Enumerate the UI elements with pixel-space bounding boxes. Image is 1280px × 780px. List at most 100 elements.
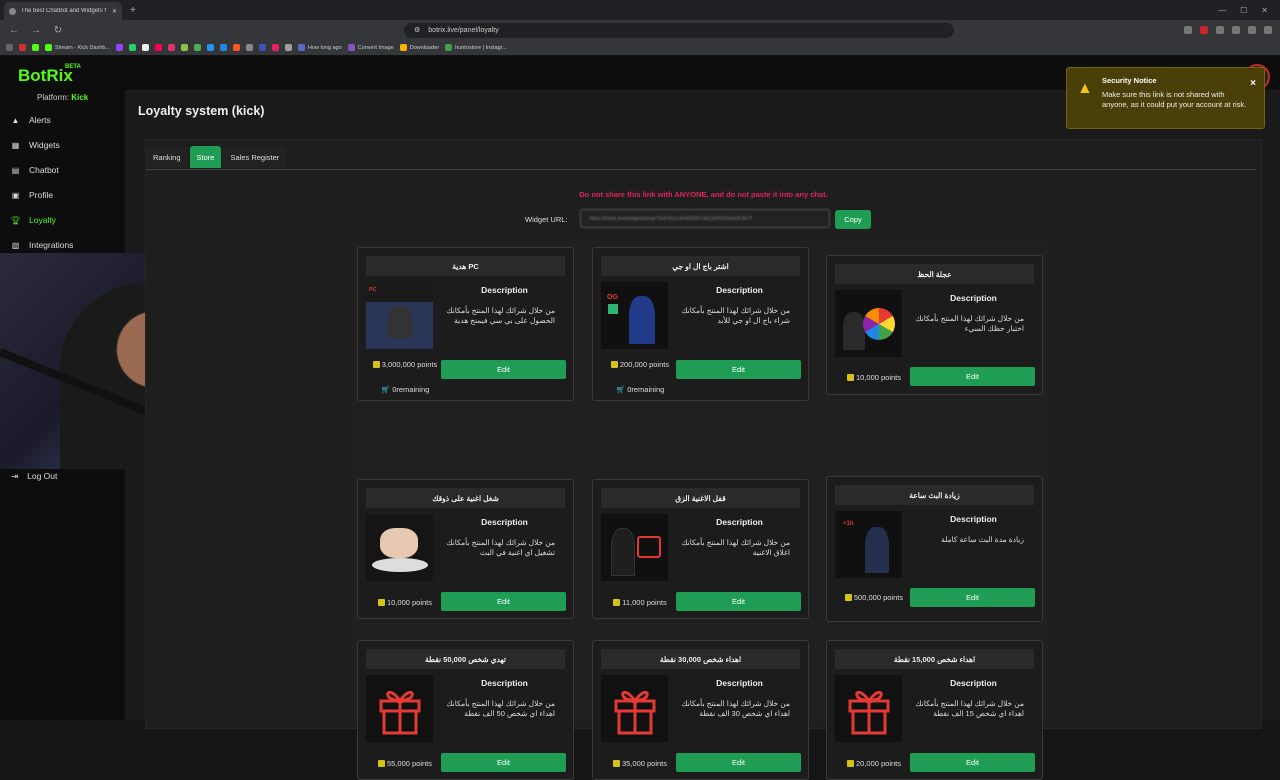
- item-points: 200,000 points: [601, 360, 679, 369]
- item-description: من خلال شرائك لهذا المنتج بأمكانك اختبار…: [915, 314, 1024, 334]
- coin-icon: [844, 594, 852, 601]
- item-points: 3,000,000 points: [366, 360, 444, 369]
- extension-icon[interactable]: [1264, 26, 1272, 34]
- browser-tab-title: The best ChatBot and Widgets f: [21, 8, 107, 14]
- tab-sales-register[interactable]: Sales Register: [223, 146, 287, 168]
- bookmark-how-long-ago[interactable]: How long ago: [298, 44, 342, 51]
- item-description: من خلال شرائك لهذا المنتج بأمكانك تشغيل …: [446, 538, 555, 558]
- bookmark-icon[interactable]: [259, 44, 267, 51]
- bookmark-icon[interactable]: [181, 44, 189, 51]
- window-controls: — ☐ ✕: [1218, 6, 1280, 15]
- bookmark-icon[interactable]: [285, 44, 293, 51]
- bookmark-instagram[interactable]: huntostore | Instagr...: [445, 44, 507, 51]
- coin-icon: [612, 760, 620, 767]
- browser-tab[interactable]: The best ChatBot and Widgets f ✕: [4, 2, 122, 20]
- bookmark-icon[interactable]: [272, 44, 280, 51]
- edit-button[interactable]: Edit: [441, 360, 566, 379]
- extension-icon[interactable]: [1216, 26, 1224, 34]
- sidebar-item-label: Alerts: [29, 115, 51, 125]
- logout-label: Log Out: [27, 471, 58, 481]
- item-points: 35,000 points: [601, 759, 679, 768]
- item-remaining: 🛒︎ 0remaining: [615, 385, 665, 394]
- bookmark-icon[interactable]: [246, 44, 254, 51]
- close-icon[interactable]: ×: [1250, 78, 1256, 89]
- bookmark-icon[interactable]: [207, 44, 215, 51]
- figure-graphic: [865, 527, 889, 573]
- bookmark-icon[interactable]: [220, 44, 228, 51]
- new-tab-button[interactable]: +: [130, 5, 136, 16]
- bookmark-icon[interactable]: [116, 44, 124, 51]
- edit-button[interactable]: Edit: [910, 588, 1035, 607]
- extension-icon[interactable]: [1232, 26, 1240, 34]
- bookmark-kick[interactable]: Stream - Kick Dashb...: [45, 44, 110, 51]
- coin-icon: [377, 760, 385, 767]
- back-icon[interactable]: ←: [8, 25, 20, 36]
- bell-icon: ▲: [11, 115, 20, 125]
- item-title: زيادة البث ساعة: [835, 485, 1034, 505]
- edit-button[interactable]: Edit: [910, 367, 1035, 386]
- edit-button[interactable]: Edit: [441, 592, 566, 611]
- extension-icon[interactable]: [1200, 26, 1208, 34]
- logo[interactable]: BotRix BETA: [18, 64, 81, 86]
- sidebar-item-profile[interactable]: ▣ Profile: [0, 185, 125, 205]
- copy-button[interactable]: Copy: [835, 210, 871, 229]
- coin-icon: [613, 599, 621, 606]
- close-tab-icon[interactable]: ✕: [112, 8, 117, 15]
- close-window-icon[interactable]: ✕: [1261, 6, 1268, 15]
- sidebar-item-label: Loyalty: [29, 215, 56, 225]
- bookmark-convert-image[interactable]: Convert Image: [347, 44, 394, 51]
- item-title: عجلة الحظ: [835, 264, 1034, 284]
- coin-icon: [377, 599, 385, 606]
- tab-store[interactable]: Store: [189, 146, 222, 168]
- edit-button[interactable]: Edit: [676, 592, 801, 611]
- url-field[interactable]: ⚙ botrix.live/panel/loyalty: [404, 22, 954, 38]
- edit-button[interactable]: Edit: [910, 753, 1035, 772]
- store-item-card: هدية PC PC Description من خلال شرائك لهذ…: [357, 247, 574, 401]
- item-image: [601, 675, 668, 742]
- store-item-card: تهدي شخص 50,000 نقطة Description من خلال…: [357, 640, 574, 780]
- store-item-card: اهداء شخص 30,000 نقطة Description من خلا…: [592, 640, 809, 780]
- bookmark-icon[interactable]: [233, 44, 241, 51]
- cart-icon: 🛒︎: [380, 385, 391, 394]
- minimize-icon[interactable]: —: [1218, 6, 1226, 15]
- lock-graphic: [637, 536, 661, 558]
- sidebar-item-alerts[interactable]: ▲ Alerts: [0, 110, 125, 130]
- bookmark-downloader[interactable]: Downloader: [399, 44, 439, 51]
- item-description: زيادة مدة البث ساعة كاملة: [941, 535, 1024, 544]
- sidebar-item-label: Chatbot: [29, 165, 59, 175]
- bookmark-icon[interactable]: [129, 44, 137, 51]
- tab-ranking[interactable]: Ranking: [146, 146, 188, 168]
- edit-button[interactable]: Edit: [676, 753, 801, 772]
- bookmark-icon[interactable]: [19, 44, 26, 51]
- sidebar-item-label: Widgets: [29, 140, 60, 150]
- coin-icon: [846, 374, 854, 381]
- item-image: [601, 514, 668, 581]
- edit-button[interactable]: Edit: [441, 753, 566, 772]
- sidebar-item-widgets[interactable]: ▦ Widgets: [0, 135, 125, 155]
- logout-button[interactable]: ⇥ Log Out: [0, 466, 125, 486]
- maximize-icon[interactable]: ☐: [1240, 6, 1247, 15]
- figure-graphic: [843, 312, 865, 350]
- forward-icon[interactable]: →: [30, 25, 42, 36]
- reload-icon[interactable]: ↻: [52, 25, 64, 36]
- bookmark-icon[interactable]: [155, 44, 163, 51]
- item-description: من خلال شرائك لهذا المنتج بأمكانك اهداء …: [915, 699, 1024, 719]
- widget-url-input[interactable]: https://botrix.live/widgets/shop?bid=9a1…: [580, 209, 830, 228]
- edit-button[interactable]: Edit: [676, 360, 801, 379]
- extension-icon[interactable]: [1248, 26, 1256, 34]
- sidebar-item-loyalty[interactable]: 🏆︎ Loyalty: [0, 210, 125, 230]
- site-info-icon[interactable]: ⚙: [414, 26, 420, 34]
- sidebar-item-integrations[interactable]: ▧ Integrations: [0, 235, 125, 255]
- coin-icon: [846, 760, 854, 767]
- bookmark-icon[interactable]: [168, 44, 176, 51]
- description-heading: Description: [716, 678, 763, 688]
- item-image: [366, 514, 433, 581]
- extension-icon[interactable]: [1184, 26, 1192, 34]
- sidebar-item-chatbot[interactable]: ▤ Chatbot: [0, 160, 125, 180]
- item-points: 55,000 points: [366, 759, 444, 768]
- coin-icon: [610, 361, 618, 368]
- bookmark-icon[interactable]: [194, 44, 202, 51]
- bookmark-icon[interactable]: [32, 44, 39, 51]
- bookmark-icon[interactable]: [142, 44, 150, 51]
- apps-icon[interactable]: [6, 44, 13, 51]
